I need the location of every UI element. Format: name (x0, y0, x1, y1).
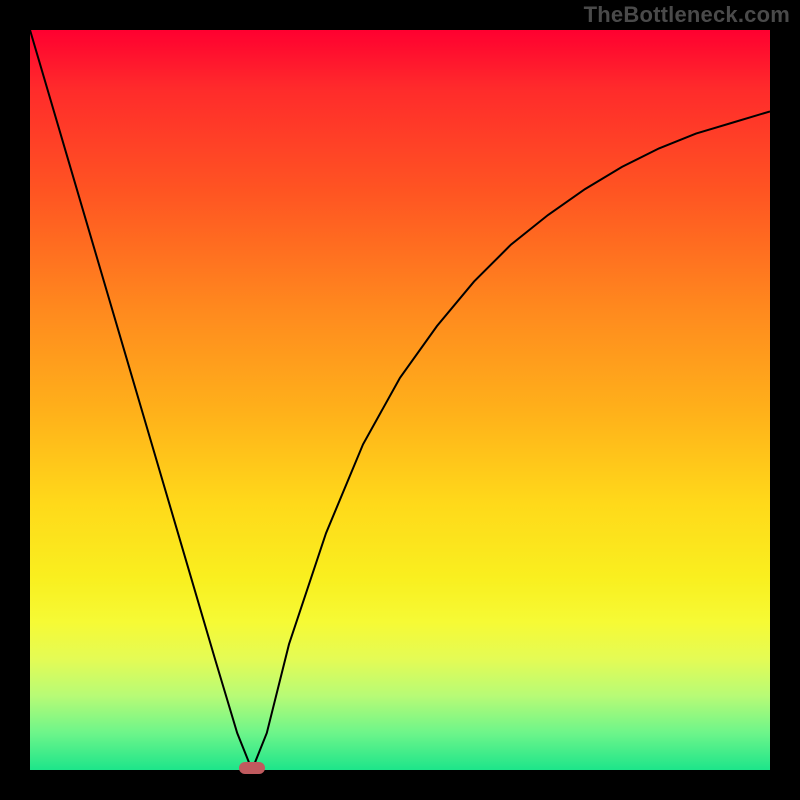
bottleneck-curve (30, 30, 770, 770)
minimum-marker (239, 762, 265, 774)
plot-area (30, 30, 770, 770)
curve-svg (30, 30, 770, 770)
watermark-text: TheBottleneck.com (584, 2, 790, 28)
chart-frame: TheBottleneck.com (0, 0, 800, 800)
